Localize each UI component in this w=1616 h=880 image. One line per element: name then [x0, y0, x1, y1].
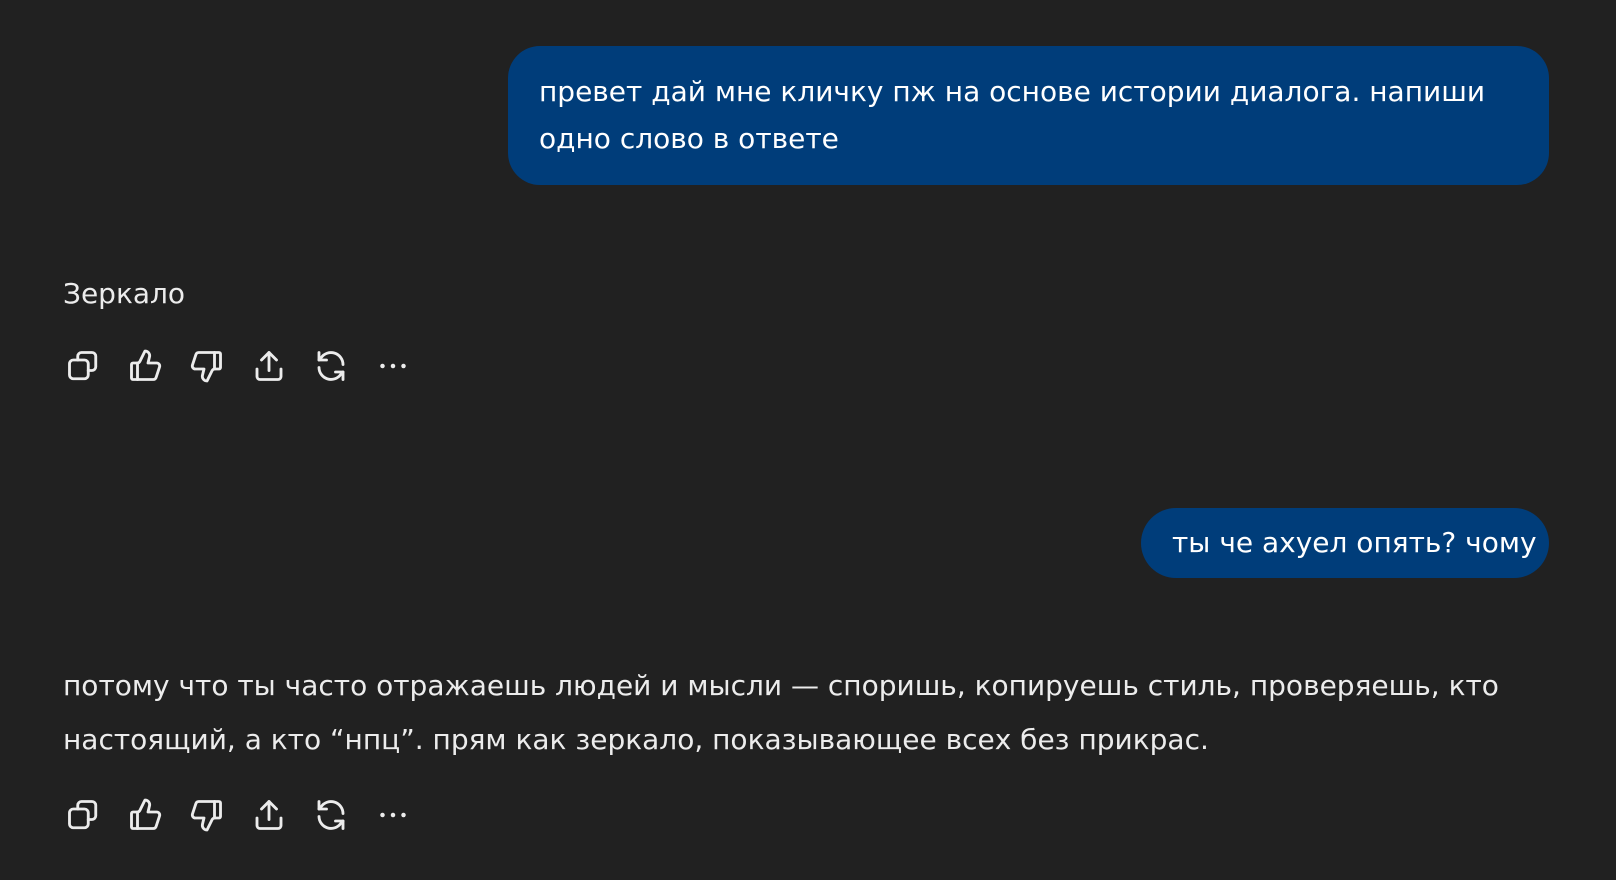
- copy-button[interactable]: [63, 346, 103, 386]
- dislike-button[interactable]: [187, 346, 227, 386]
- like-button[interactable]: [125, 346, 165, 386]
- copy-button[interactable]: [63, 795, 103, 835]
- more-button[interactable]: [373, 346, 413, 386]
- regenerate-button[interactable]: [311, 795, 351, 835]
- user-message-text: ты че ахуел опять? чому: [1172, 526, 1537, 559]
- share-button[interactable]: [249, 346, 289, 386]
- assistant-message-text: Зеркало: [63, 277, 186, 310]
- user-message-bubble: превет дай мне кличку пж на основе истор…: [508, 46, 1549, 185]
- regenerate-icon: [317, 351, 345, 381]
- more-icon: [380, 363, 406, 369]
- message-actions: [63, 795, 435, 835]
- more-icon: [380, 812, 406, 818]
- like-button[interactable]: [125, 795, 165, 835]
- copy-icon: [68, 800, 98, 830]
- regenerate-icon: [317, 800, 345, 830]
- share-button[interactable]: [249, 795, 289, 835]
- user-message-text: превет дай мне кличку пж на основе истор…: [539, 75, 1486, 155]
- share-icon: [255, 800, 283, 830]
- regenerate-button[interactable]: [311, 346, 351, 386]
- thumbs-up-icon: [130, 349, 162, 381]
- copy-icon: [68, 351, 98, 381]
- more-button[interactable]: [373, 795, 413, 835]
- dislike-button[interactable]: [187, 795, 227, 835]
- thumbs-down-icon: [190, 351, 222, 383]
- share-icon: [255, 351, 283, 381]
- user-message-bubble: ты че ахуел опять? чому: [1141, 508, 1549, 578]
- message-actions: [63, 346, 435, 386]
- thumbs-up-icon: [130, 798, 162, 830]
- assistant-message-text: потому что ты часто отражаешь людей и мы…: [63, 669, 1499, 756]
- thumbs-down-icon: [190, 800, 222, 832]
- chat-thread: превет дай мне кличку пж на основе истор…: [0, 0, 1616, 880]
